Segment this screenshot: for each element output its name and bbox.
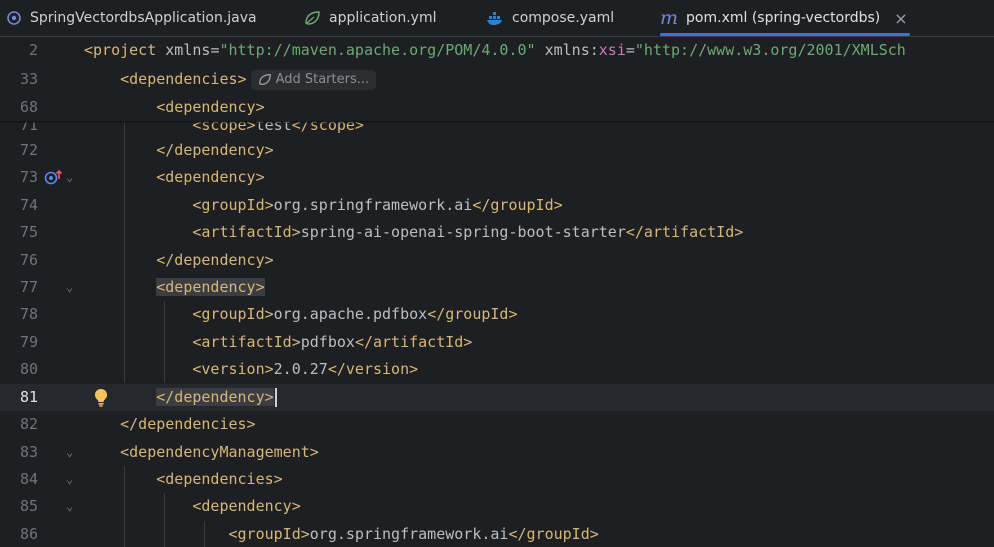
line-number: 77 (19, 278, 38, 296)
line-number: 82 (19, 415, 38, 433)
code-text: <dependency> (84, 274, 265, 301)
fold-toggle-icon[interactable]: ⌄ (66, 493, 73, 520)
line-number: 72 (19, 141, 38, 159)
line-number: 75 (19, 223, 38, 241)
code-text: <dependencies> Add Starters... (84, 66, 377, 93)
tab-label: application.yml (329, 10, 437, 26)
fold-toggle-icon[interactable]: ⌄ (66, 274, 73, 301)
fold-toggle-icon[interactable]: ⌄ (66, 164, 73, 191)
line-number: 84 (19, 470, 38, 488)
code-text: <dependency> (156, 98, 265, 116)
code-line[interactable]: 74 <groupId>org.springframework.ai</grou… (0, 192, 994, 219)
tab-label: pom.xml (spring-vectordbs) (686, 10, 881, 26)
code-text: <version>2.0.27</version> (192, 360, 419, 378)
matched-tag-highlight: </dependency> (156, 388, 274, 406)
line-number: 80 (19, 360, 38, 378)
line-number: 79 (19, 333, 38, 351)
fold-toggle-icon[interactable]: ⌄ (66, 466, 73, 493)
line-number: 33 (19, 70, 38, 88)
code-text: <groupId>org.springframework.ai</groupId… (192, 196, 563, 214)
tab-label: compose.yaml (512, 10, 615, 26)
editor-tab-bar: SpringVectordbsApplication.java applicat… (0, 0, 994, 37)
code-line[interactable]: 84 ⌄ <dependencies> (0, 466, 994, 493)
tab-label: SpringVectordbsApplication.java (30, 10, 257, 26)
code-line[interactable]: 77 ⌄ <dependency> (0, 274, 994, 301)
implemented-override-icon[interactable] (44, 169, 64, 190)
code-line[interactable]: 75 <artifactId>spring-ai-openai-spring-b… (0, 219, 994, 246)
code-line[interactable]: 85 ⌄ <dependency> (0, 493, 994, 520)
line-number: 68 (19, 98, 38, 116)
line-number: 83 (19, 443, 38, 461)
code-text: <groupId>org.springframework.ai</groupId… (228, 525, 599, 543)
code-line[interactable]: 79 <artifactId>pdfbox</artifactId> (0, 329, 994, 356)
code-text: </dependency> (84, 384, 277, 411)
code-line[interactable]: 73 ⌄ <dependency> (0, 164, 994, 191)
code-line-current[interactable]: 81 </dependency> (0, 384, 994, 411)
code-text: <dependency> (156, 168, 265, 186)
line-number: 73 (19, 168, 38, 186)
spring-leaf-icon (258, 73, 271, 86)
tab-pom-xml[interactable]: m pom.xml (spring-vectordbs) × (660, 0, 910, 36)
code-text: <dependency> (192, 497, 301, 515)
code-line[interactable]: 82 </dependencies> (0, 411, 994, 438)
tab-application-yml[interactable]: application.yml (304, 0, 437, 36)
text-caret (274, 388, 277, 407)
code-editor[interactable]: 71 <scope>test</scope> 2 <project xmlns=… (0, 37, 994, 547)
line-number: 86 (19, 525, 38, 543)
line-number: 81 (19, 388, 38, 406)
line-number: 74 (19, 196, 38, 214)
close-tab-icon[interactable]: × (894, 9, 907, 28)
code-text: </dependencies> (120, 415, 256, 433)
code-line[interactable]: 83 ⌄ <dependencyManagement> (0, 439, 994, 466)
add-starters-label: Add Starters... (275, 72, 370, 87)
code-text: <artifactId>spring-ai-openai-spring-boot… (192, 223, 744, 241)
fold-toggle-icon[interactable]: ⌄ (66, 439, 73, 466)
tab-springvectordbsapplication-java[interactable]: SpringVectordbsApplication.java (6, 0, 257, 36)
maven-icon: m (660, 7, 679, 29)
line-number: 78 (19, 305, 38, 323)
sticky-scroll-divider (0, 121, 994, 124)
code-text: <dependencyManagement> (120, 443, 319, 461)
code-line[interactable]: 76 </dependency> (0, 247, 994, 274)
spring-boot-class-icon (7, 11, 21, 25)
sticky-line[interactable]: 68 <dependency> (0, 94, 994, 121)
code-text: </dependency> (156, 141, 274, 159)
code-line[interactable]: 72 </dependency> (0, 137, 994, 164)
line-number: 76 (19, 251, 38, 269)
code-line[interactable]: 78 <groupId>org.apache.pdfbox</groupId> (0, 301, 994, 328)
code-text: <project xmlns="http://maven.apache.org/… (84, 41, 906, 59)
docker-icon (487, 12, 502, 25)
line-number: 2 (28, 41, 38, 59)
spring-leaf-icon (305, 11, 320, 25)
sticky-line[interactable]: 33 <dependencies> Add Starters... (0, 66, 994, 93)
code-text: <groupId>org.apache.pdfbox</groupId> (192, 305, 518, 323)
sticky-line[interactable]: 2 <project xmlns="http://maven.apache.or… (0, 37, 994, 64)
line-number: 85 (19, 497, 38, 515)
code-line[interactable]: 80 <version>2.0.27</version> (0, 356, 994, 383)
code-text: </dependency> (156, 251, 274, 269)
code-line[interactable]: 86 <groupId>org.springframework.ai</grou… (0, 521, 994, 547)
code-text: <artifactId>pdfbox</artifactId> (192, 333, 473, 351)
code-text: <dependencies> (156, 470, 283, 488)
tab-compose-yaml[interactable]: compose.yaml (486, 0, 614, 36)
add-starters-button[interactable]: Add Starters... (250, 69, 377, 90)
matched-tag-highlight: <dependency> (156, 278, 265, 296)
